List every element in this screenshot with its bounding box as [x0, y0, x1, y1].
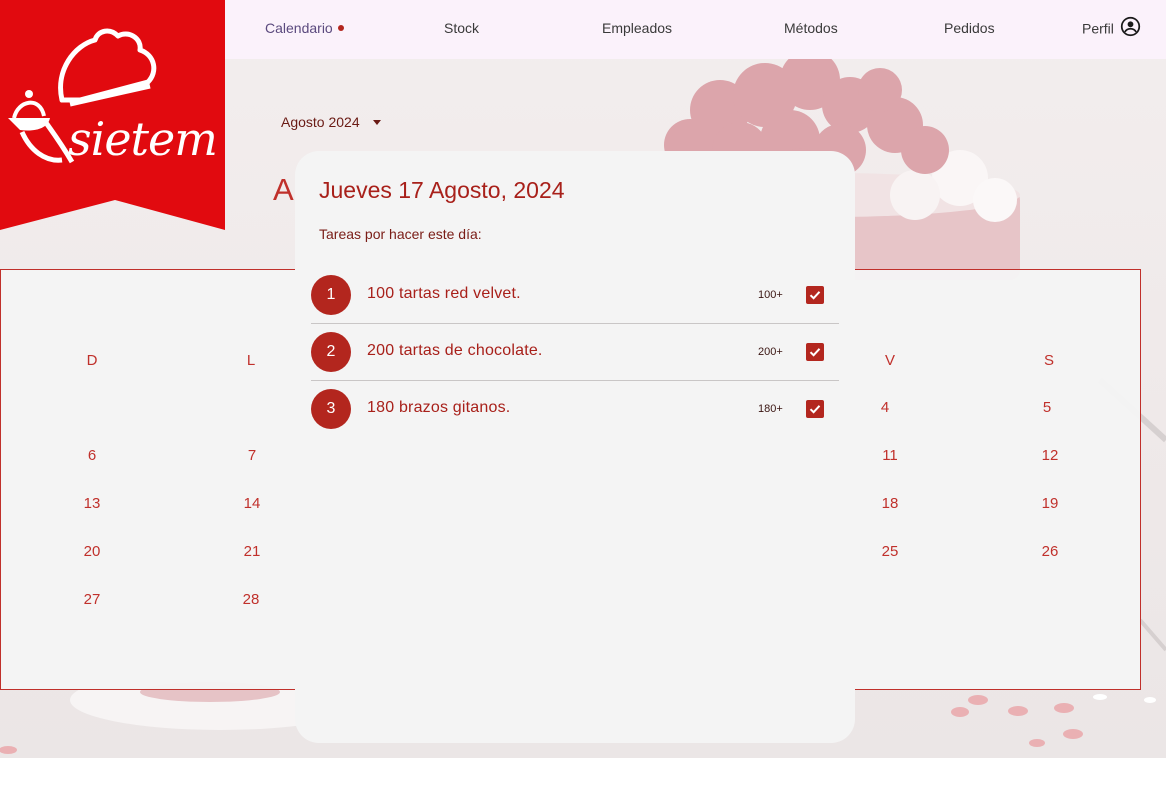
- calendar-day[interactable]: 11: [870, 447, 910, 464]
- account-circle-icon: [1120, 16, 1141, 40]
- dialog-subtitle: Tareas por hacer este día:: [319, 226, 482, 242]
- month-dropdown-label: Agosto 2024: [281, 114, 360, 130]
- task-checkbox[interactable]: [806, 400, 824, 418]
- calendar-day[interactable]: 19: [1030, 495, 1070, 512]
- task-list-item: 1 100 tartas red velvet. 100+: [311, 267, 839, 324]
- nav-item-pedidos[interactable]: Pedidos: [944, 20, 995, 36]
- nav-item-empleados[interactable]: Empleados: [602, 20, 672, 36]
- top-navigation: Calendario Stock Empleados Métodos Pedid…: [225, 0, 1166, 59]
- task-number-badge: 1: [311, 275, 351, 315]
- weekday-header: D: [86, 352, 98, 369]
- checkmark-icon: [809, 405, 821, 414]
- weekday-header: V: [884, 352, 895, 369]
- calendar-day[interactable]: 14: [232, 495, 272, 512]
- nav-item-perfil[interactable]: Perfil: [1082, 16, 1141, 42]
- calendar-day[interactable]: 13: [72, 495, 112, 512]
- calendar-day[interactable]: 5: [1027, 399, 1067, 416]
- calendar-day[interactable]: 4: [865, 399, 905, 416]
- nav-item-stock[interactable]: Stock: [444, 20, 479, 36]
- task-text: 100 tartas red velvet.: [367, 285, 521, 302]
- nav-item-label: Empleados: [602, 20, 673, 36]
- calendar-day[interactable]: 27: [72, 591, 112, 608]
- calendar-day[interactable]: 7: [232, 447, 272, 464]
- nav-item-label: Perfil: [1082, 20, 1114, 37]
- calendar-day[interactable]: 21: [232, 543, 272, 560]
- nav-item-label: Pedidos: [944, 20, 995, 36]
- task-number-badge: 3: [311, 389, 351, 429]
- nav-item-label: Stock: [444, 20, 480, 36]
- nav-item-calendario[interactable]: Calendario: [265, 20, 344, 36]
- month-heading: A: [273, 172, 294, 207]
- brand-logo[interactable]: sietem: [0, 0, 225, 230]
- checkmark-icon: [809, 291, 821, 300]
- calendar-day[interactable]: 28: [231, 591, 271, 608]
- nav-item-label: Métodos: [784, 20, 838, 36]
- weekday-header: L: [246, 352, 256, 369]
- checkmark-icon: [809, 348, 821, 357]
- task-checkbox[interactable]: [806, 343, 824, 361]
- calendar-day[interactable]: 26: [1030, 543, 1070, 560]
- calendar-day[interactable]: 20: [72, 543, 112, 560]
- task-quantity-badge: 180+: [758, 403, 783, 415]
- task-list-item: 2 200 tartas de chocolate. 200+: [311, 324, 839, 381]
- nav-item-metodos[interactable]: Métodos: [784, 20, 838, 36]
- brand-wordmark: sietem: [68, 112, 218, 166]
- day-tasks-dialog: Jueves 17 Agosto, 2024 Tareas por hacer …: [295, 151, 855, 743]
- task-number-badge: 2: [311, 332, 351, 372]
- active-indicator-dot: [337, 25, 344, 32]
- calendar-day[interactable]: 25: [870, 543, 910, 560]
- calendar-day[interactable]: 12: [1030, 447, 1070, 464]
- task-text: 180 brazos gitanos.: [367, 399, 511, 416]
- task-text: 200 tartas de chocolate.: [367, 342, 543, 359]
- dialog-title: Jueves 17 Agosto, 2024: [319, 177, 565, 203]
- calendar-day[interactable]: 6: [72, 447, 112, 464]
- task-list-item: 3 180 brazos gitanos. 180+: [311, 381, 839, 438]
- task-quantity-badge: 200+: [758, 346, 783, 358]
- month-dropdown[interactable]: Agosto 2024: [281, 114, 381, 130]
- task-quantity-badge: 100+: [758, 289, 783, 301]
- app-root: Calendario Stock Empleados Métodos Pedid…: [0, 0, 1166, 791]
- task-checkbox[interactable]: [806, 286, 824, 304]
- calendar-day[interactable]: 18: [870, 495, 910, 512]
- weekday-header: S: [1043, 352, 1054, 369]
- nav-item-label: Calendario: [265, 20, 333, 36]
- caret-down-icon: [372, 119, 381, 125]
